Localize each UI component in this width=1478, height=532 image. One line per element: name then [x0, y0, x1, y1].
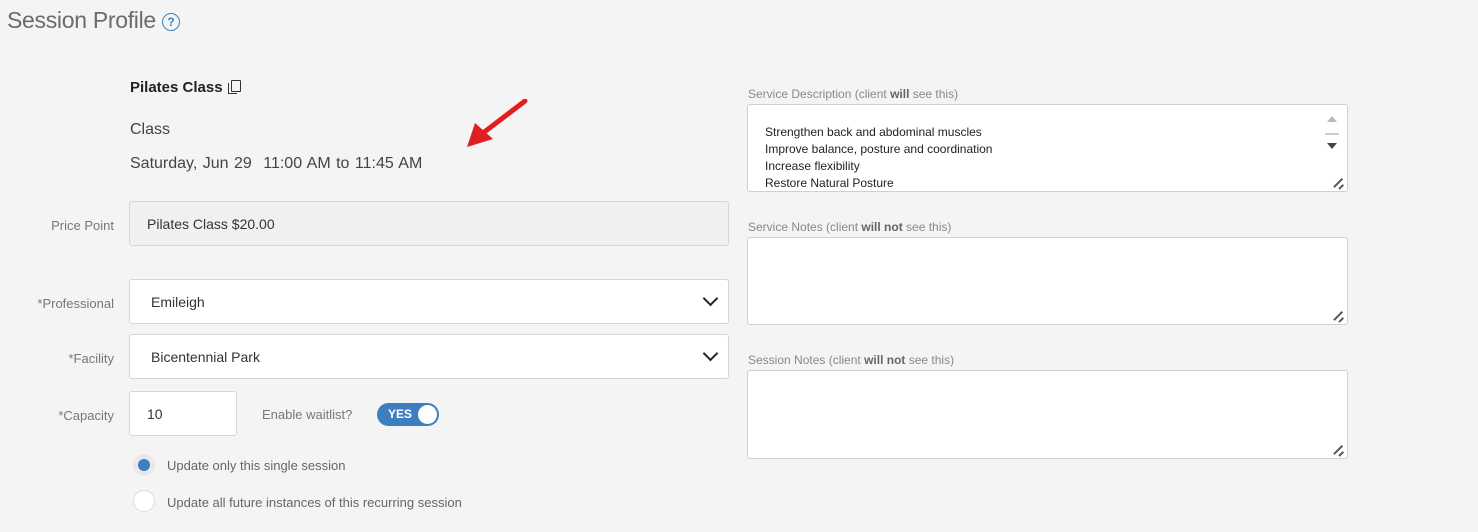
chevron-down-icon: [702, 290, 719, 307]
resize-grip-icon[interactable]: [1334, 178, 1344, 188]
label-suffix: see this): [905, 353, 955, 367]
label-prefix: Service Notes (client: [748, 220, 862, 234]
service-notes-label: Service Notes (client will not see this): [748, 220, 951, 234]
chevron-down-icon: [702, 345, 719, 362]
resize-grip-icon[interactable]: [1334, 445, 1344, 455]
scroll-down-icon[interactable]: [1327, 143, 1337, 149]
service-description-text: Strengthen back and abdominal muscles Im…: [765, 125, 993, 190]
annotation-arrow-icon: [467, 99, 528, 147]
update-all-label: Update all future instances of this recu…: [167, 495, 462, 510]
session-notes-textarea[interactable]: [747, 370, 1348, 459]
session-date: Saturday, Jun 29: [130, 155, 252, 172]
update-all-radio[interactable]: [133, 490, 155, 512]
help-icon[interactable]: ?: [161, 12, 180, 31]
capacity-label: *Capacity: [58, 408, 114, 423]
service-description-textarea[interactable]: Strengthen back and abdominal muscles Im…: [747, 104, 1348, 192]
label-prefix: Service Description (client: [748, 87, 891, 101]
session-time: 11:00 AM to 11:45 AM: [263, 155, 423, 172]
service-notes-textarea[interactable]: [747, 237, 1348, 325]
professional-select[interactable]: Emileigh: [129, 279, 729, 324]
update-single-label: Update only this single session: [167, 458, 346, 473]
facility-select[interactable]: Bicentennial Park: [129, 334, 729, 379]
capacity-input[interactable]: 10: [129, 391, 237, 436]
service-name: Pilates Class: [130, 79, 241, 96]
professional-label: *Professional: [37, 296, 114, 311]
waitlist-toggle-text: YES: [388, 407, 413, 421]
label-suffix: see this): [909, 87, 959, 101]
session-datetime: Saturday, Jun 29 11:00 AM to 11:45 AM: [130, 155, 422, 173]
label-bold: will not: [864, 353, 906, 367]
copy-icon[interactable]: [227, 80, 241, 95]
label-suffix: see this): [902, 220, 952, 234]
price-point-field: Pilates Class $20.00: [129, 201, 729, 246]
capacity-value: 10: [147, 405, 163, 422]
label-prefix: Session Notes (client: [748, 353, 865, 367]
professional-value: Emileigh: [151, 293, 205, 310]
service-description-label: Service Description (client will see thi…: [748, 87, 958, 101]
facility-label: *Facility: [68, 351, 114, 366]
price-point-label: Price Point: [51, 218, 114, 233]
update-single-radio[interactable]: [133, 454, 155, 476]
scrollbar-thumb[interactable]: [1325, 133, 1339, 135]
session-notes-label: Session Notes (client will not see this): [748, 353, 954, 367]
label-bold: will: [890, 87, 910, 101]
service-name-text: Pilates Class: [130, 79, 223, 96]
scroll-up-icon[interactable]: [1327, 116, 1337, 122]
waitlist-label: Enable waitlist?: [262, 407, 353, 422]
service-type: Class: [130, 121, 171, 138]
resize-grip-icon[interactable]: [1334, 311, 1344, 321]
waitlist-toggle[interactable]: YES: [377, 403, 439, 426]
facility-value: Bicentennial Park: [151, 348, 260, 365]
price-point-value: Pilates Class $20.00: [147, 215, 275, 232]
label-bold: will not: [861, 220, 903, 234]
page-title-text: Session Profile: [7, 7, 156, 33]
page-title: Session Profile ?: [7, 7, 180, 34]
toggle-knob: [418, 405, 437, 424]
